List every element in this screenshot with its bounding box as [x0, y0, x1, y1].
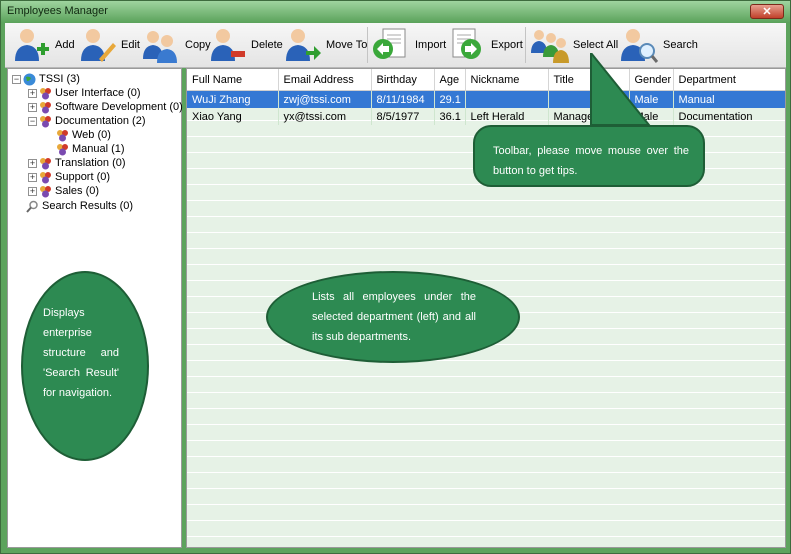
tree-item-label: Support (0) — [55, 171, 111, 183]
cell-birthday: 8/11/1984 — [371, 90, 435, 108]
tree-item-label: Software Development (0) — [55, 101, 183, 113]
tree-item-label: Translation (0) — [55, 157, 126, 169]
expand-toggle[interactable]: + — [28, 88, 37, 98]
title-bar[interactable]: Employees Manager ✕ — [1, 1, 790, 23]
tree-item-user-interface[interactable]: + User Interface (0) — [28, 86, 141, 100]
expand-toggle[interactable]: + — [28, 102, 37, 112]
select-all-label: Select All — [573, 39, 619, 51]
toolbar-tip-callout: Toolbar, please move mouse over the butt… — [473, 125, 705, 187]
tree-item-support[interactable]: + Support (0) — [28, 170, 110, 184]
app-window: Employees Manager ✕ Add Edit Copy Delete… — [0, 0, 791, 554]
export-label: Export — [491, 39, 523, 51]
column-header-age[interactable]: Age — [434, 69, 466, 91]
tree-item-label: Manual (1) — [72, 143, 125, 155]
import-button[interactable]: Import — [371, 25, 446, 65]
tree-item-label: Sales (0) — [55, 185, 100, 197]
globe-icon — [23, 73, 36, 86]
cell-birthday: 8/5/1977 — [371, 108, 435, 125]
cell-email: zwj@tssi.com — [278, 90, 372, 108]
tree-root[interactable]: − TSSI (3) — [12, 72, 80, 86]
department-icon — [39, 87, 52, 100]
collapse-toggle[interactable]: − — [12, 74, 21, 84]
move-to-label: Move To — [326, 39, 368, 51]
tree-item-label: Web (0) — [72, 129, 111, 141]
move-user-icon — [282, 25, 322, 65]
column-header-full-name[interactable]: Full Name — [187, 69, 279, 91]
import-icon — [371, 25, 411, 65]
tree-item-web[interactable]: Web (0) — [56, 128, 111, 142]
tree-item-translation[interactable]: + Translation (0) — [28, 156, 126, 170]
expand-toggle[interactable]: + — [28, 172, 37, 182]
tree-item-search-results[interactable]: Search Results (0) — [26, 199, 133, 213]
copy-button[interactable]: Copy — [141, 25, 211, 65]
delete-label: Delete — [251, 39, 283, 51]
expand-toggle[interactable]: + — [28, 186, 37, 196]
toolbar-separator — [367, 27, 368, 63]
tree-description-callout: Displays enterprise structure and 'Searc… — [21, 271, 149, 461]
cell-age: 29.1 — [434, 90, 466, 108]
import-label: Import — [415, 39, 447, 51]
add-button[interactable]: Add — [11, 25, 75, 65]
tree-item-label: Documentation (2) — [55, 115, 146, 127]
delete-user-icon — [207, 25, 247, 65]
department-icon — [39, 185, 52, 198]
tree-item-manual[interactable]: Manual (1) — [56, 142, 125, 156]
edit-button[interactable]: Edit — [77, 25, 140, 65]
search-label: Search — [663, 39, 698, 51]
cell-age: 36.1 — [434, 108, 466, 125]
tree-root-label: TSSI (3) — [39, 73, 80, 85]
toolbar-tip-text: Toolbar, please move mouse over the butt… — [493, 145, 689, 177]
cell-email: yx@tssi.com — [278, 108, 372, 125]
department-icon — [56, 143, 69, 156]
department-icon — [39, 157, 52, 170]
add-user-icon — [11, 25, 51, 65]
cell-full-name: WuJi Zhang — [187, 90, 279, 108]
edit-label: Edit — [121, 39, 140, 51]
department-icon — [39, 171, 52, 184]
tree-description-text: Displays enterprise structure and 'Searc… — [43, 307, 119, 399]
edit-user-icon — [77, 25, 117, 65]
department-icon — [39, 101, 52, 114]
window-title: Employees Manager — [7, 5, 108, 17]
magnifier-icon — [26, 200, 39, 213]
move-to-button[interactable]: Move To — [282, 25, 367, 65]
copy-user-icon — [141, 25, 181, 65]
department-icon — [56, 129, 69, 142]
column-header-email[interactable]: Email Address — [278, 69, 372, 91]
tree-item-label: User Interface (0) — [55, 87, 141, 99]
tree-item-sales[interactable]: + Sales (0) — [28, 184, 99, 198]
column-header-birthday[interactable]: Birthday — [371, 69, 435, 91]
add-label: Add — [55, 39, 75, 51]
tree-item-label: Search Results (0) — [42, 200, 134, 212]
cell-full-name: Xiao Yang — [187, 108, 279, 125]
department-icon — [39, 115, 52, 128]
list-description-callout: Lists all employees under the selected d… — [266, 271, 520, 363]
list-description-text: Lists all employees under the selected d… — [312, 291, 476, 343]
close-button[interactable]: ✕ — [750, 4, 784, 19]
delete-button[interactable]: Delete — [207, 25, 283, 65]
collapse-toggle[interactable]: − — [28, 116, 37, 126]
tree-item-documentation[interactable]: − Documentation (2) — [28, 114, 146, 128]
expand-toggle[interactable]: + — [28, 158, 37, 168]
tree-item-software-development[interactable]: + Software Development (0) — [28, 100, 183, 114]
